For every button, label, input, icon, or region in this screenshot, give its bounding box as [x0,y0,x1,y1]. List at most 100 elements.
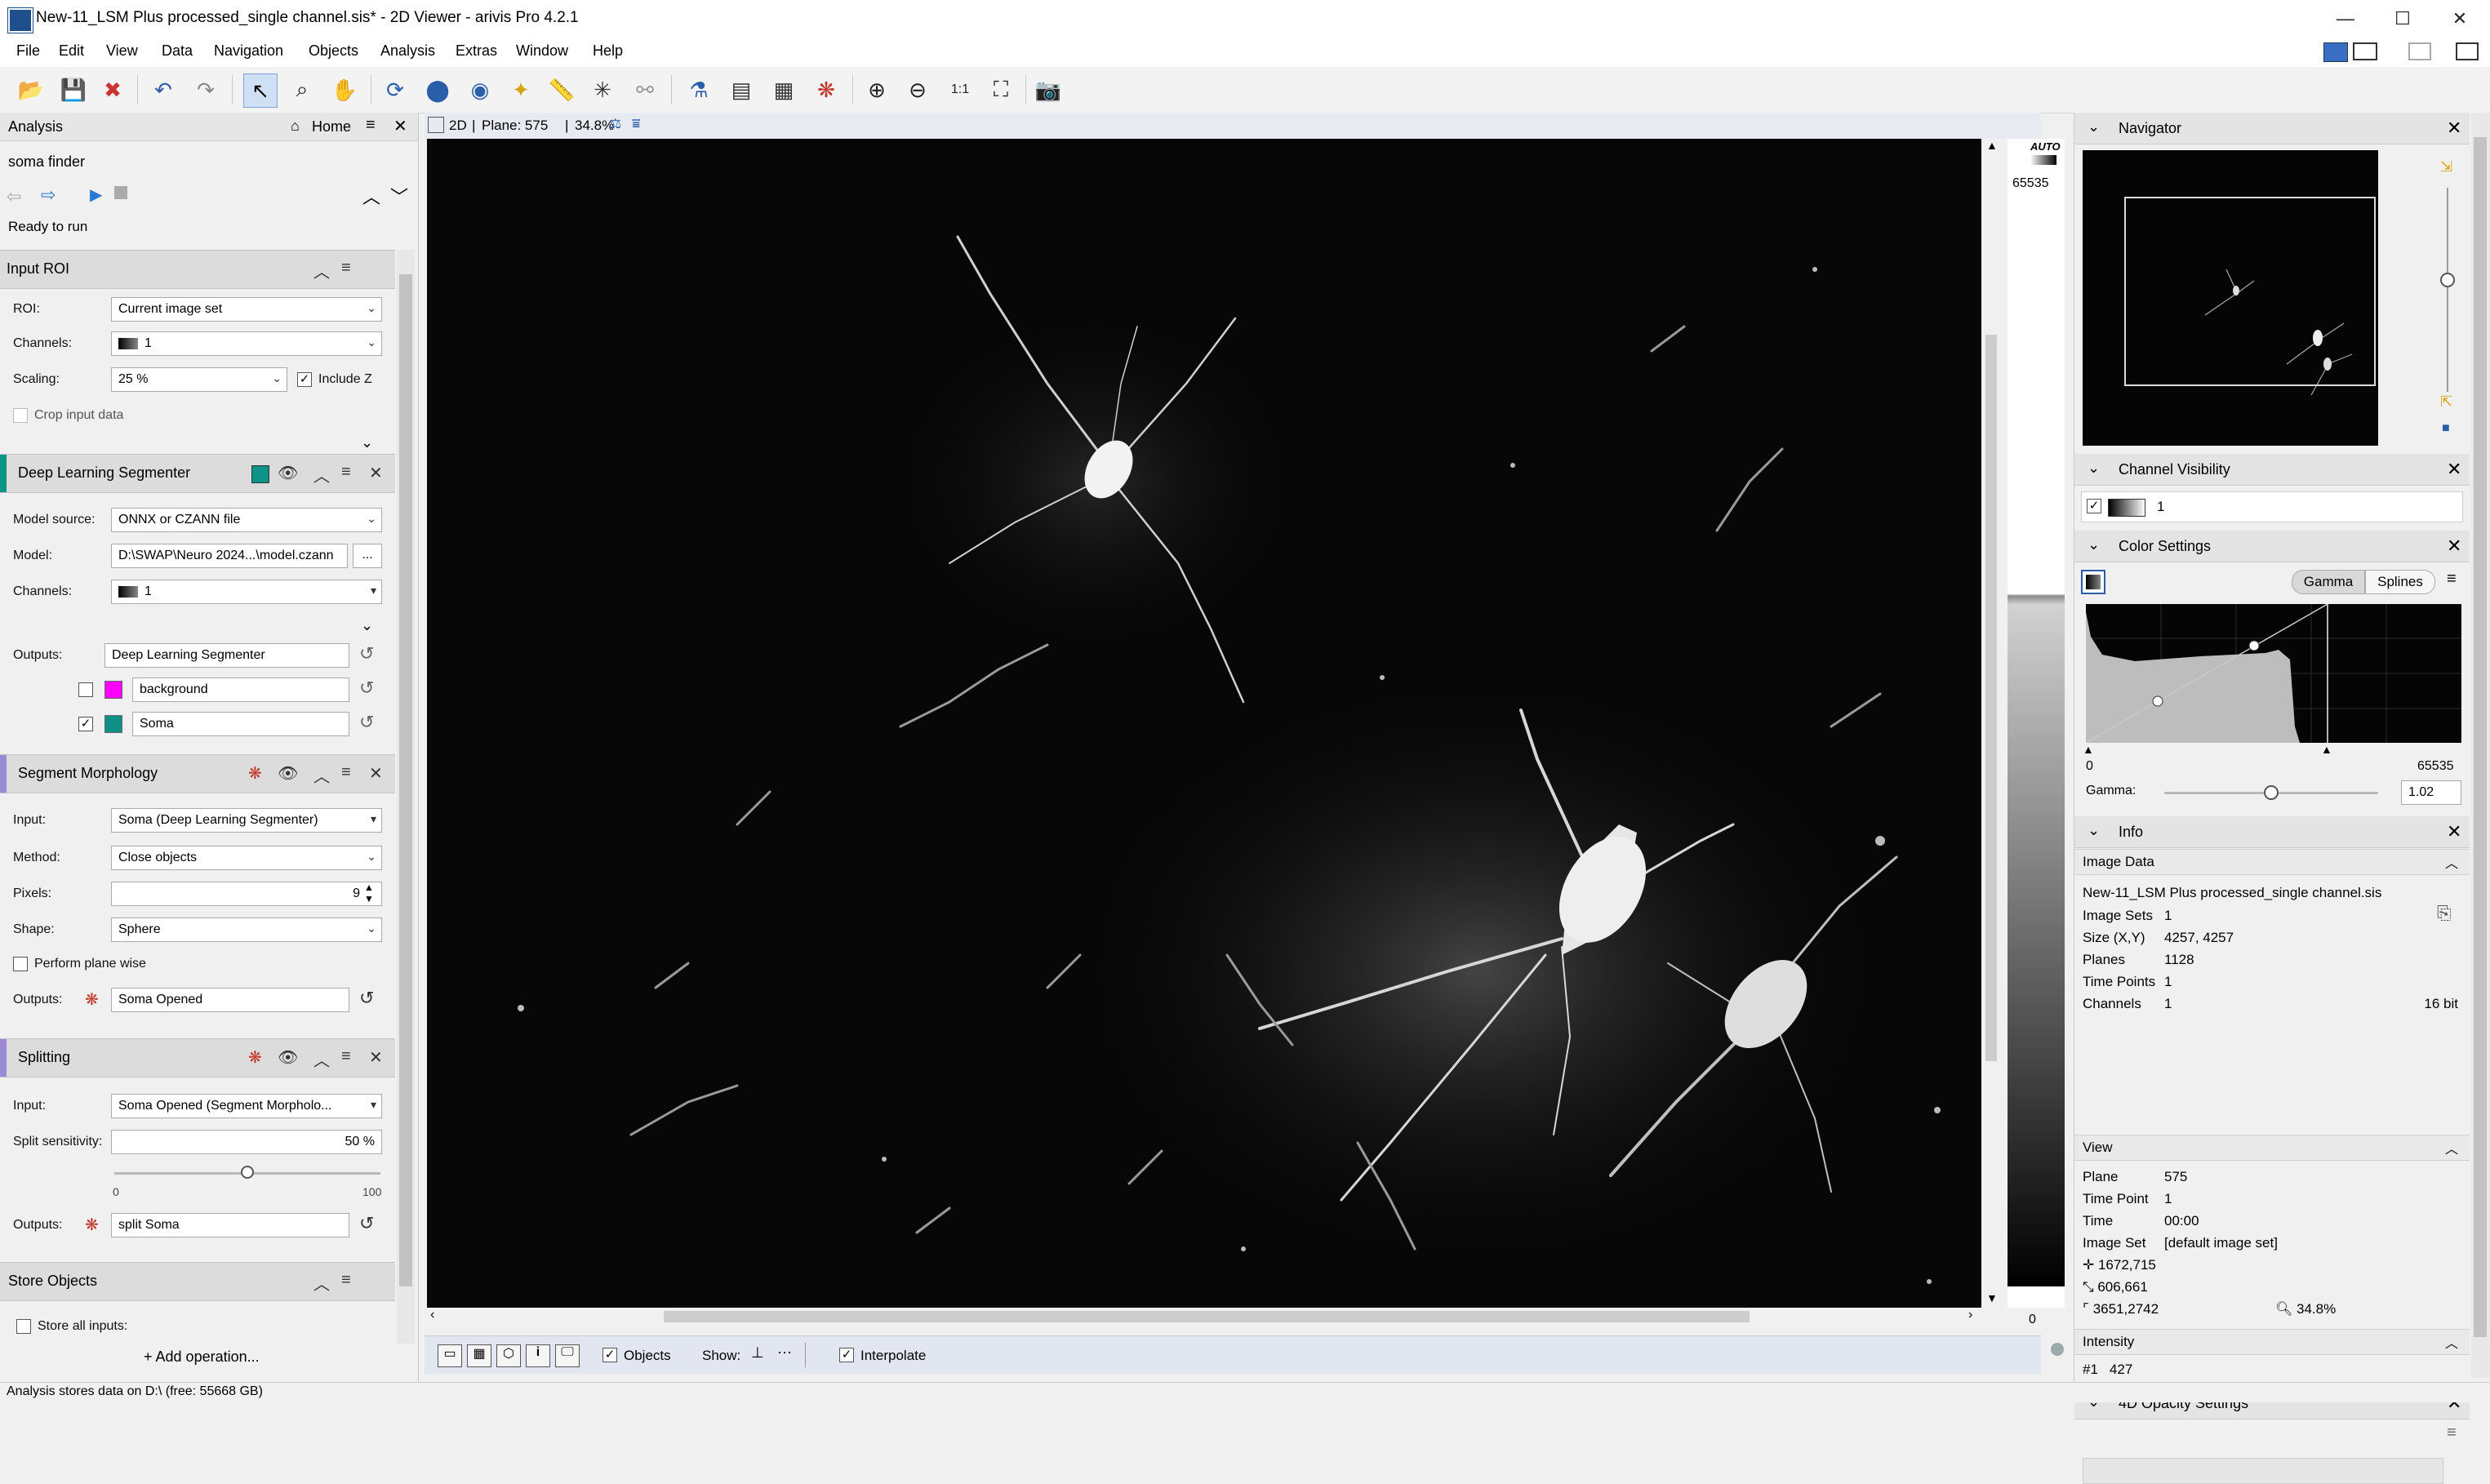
view-mode-icon[interactable] [428,117,444,133]
collapse-up-icon[interactable]: ︿ [313,463,330,487]
scroll-right-icon[interactable]: › [1968,1308,1972,1322]
pan-hand-icon[interactable]: ✋ [328,73,361,106]
zoom-in-icon[interactable]: ⊕ [860,73,893,106]
scrollbar-thumb[interactable] [1985,335,1997,1061]
image-browser-icon[interactable]: ▤ [725,73,758,106]
presentation-icon[interactable]: 🖵 [555,1344,580,1367]
operation-menu-icon[interactable]: ≡ [341,259,351,278]
splitting-output-field[interactable]: split Soma [111,1213,349,1237]
zoom-out-icon[interactable]: ⊖ [901,73,934,106]
channels-select[interactable]: 1 ⌄ [111,331,382,356]
scale-icon[interactable]: ⚖ [609,116,621,132]
menu-edit[interactable]: Edit [59,42,84,60]
analysis-flask-icon[interactable]: ⚗ [683,73,715,106]
home-button[interactable]: Home [312,118,351,136]
table-icon[interactable]: ▦ [767,73,800,106]
multicolor-icon[interactable]: ❋ [85,1215,99,1235]
split-sensitivity-slider[interactable] [114,1166,380,1179]
close-icon[interactable]: ✕ [2447,821,2461,842]
reset-icon[interactable]: ↺ [359,643,374,664]
close-icon[interactable]: ✕ [2447,535,2461,557]
ruler-display-icon[interactable]: ⋯ [777,1344,792,1362]
undo-icon[interactable]: ↶ [147,73,180,106]
opacity-menu-icon[interactable]: ≡ [2447,1424,2457,1442]
ruler-icon[interactable]: 📏 [545,73,578,106]
navigator-zoom-slider[interactable] [2447,188,2448,392]
single-view-icon[interactable]: ▭ [438,1344,462,1367]
close-icon[interactable]: ✕ [2447,118,2461,139]
zoom-fit-icon[interactable]: ⇲ [2440,158,2452,176]
canvas-horizontal-scrollbar[interactable]: ‹ › [427,1308,1981,1326]
slider-handle[interactable] [2440,273,2455,287]
collapse-up-icon[interactable]: ︿ [2445,1138,2458,1157]
filter-icon[interactable]: ⩸ [632,116,640,132]
gamma-value-field[interactable]: 1.02 [2401,780,2461,805]
canvas-vertical-scrollbar[interactable]: ▲ ▼ [1981,139,2001,1308]
color-settings-header[interactable]: ⌄ Color Settings ✕ [2074,531,2470,562]
info-header[interactable]: ⌄ Info ✕ [2074,816,2470,848]
soma-class-field[interactable]: Soma [132,712,349,736]
run-play-icon[interactable]: ▶ [90,184,102,205]
reset-icon[interactable]: ↺ [359,1213,374,1234]
pipeline-scrollbar[interactable] [397,250,415,1344]
remove-operation-icon[interactable]: ✕ [369,763,383,784]
chevron-down-icon[interactable]: ⌄ [2088,822,2100,839]
image-data-subheader[interactable]: Image Data ︿ [2074,849,2470,875]
collapse-up-icon[interactable]: ︿ [2445,852,2458,872]
fit-to-window-icon[interactable]: ⛶ [985,73,1017,106]
menu-extras[interactable]: Extras [456,42,497,60]
spinner-arrows-icon[interactable]: ▲ ▼ [364,882,374,904]
channel-lut-swatch[interactable] [2108,499,2145,517]
draw-object-icon[interactable]: ⬤ [421,73,454,106]
3d-view-icon[interactable]: ⬡ [496,1344,521,1367]
background-class-checkbox[interactable] [78,682,93,697]
layout-single-icon[interactable] [2323,42,2348,62]
magic-wand-icon[interactable]: ✦ [505,73,537,106]
chevron-down-icon[interactable]: ⌄ [2088,118,2100,136]
remove-operation-icon[interactable]: ✕ [369,1047,383,1068]
connect-icon[interactable]: ⚯ [629,73,661,106]
panel-layout-icon[interactable] [2456,42,2479,60]
shape-select[interactable]: Sphere ⌄ [111,918,382,942]
color-menu-icon[interactable]: ≡ [2447,570,2457,589]
collapse-up-icon[interactable]: ︿ [313,1271,330,1295]
channel-row[interactable]: ✓ 1 [2081,491,2463,522]
close-file-icon[interactable]: ✖ [96,73,129,106]
expand-more-icon[interactable]: ⌄ [361,617,373,634]
scale-bar-icon[interactable]: ⊥ [751,1344,764,1362]
menu-window[interactable]: Window [516,42,568,60]
morphology-input-select[interactable]: Soma (Deep Learning Segmenter) ▾ [111,808,382,833]
plane-wise-checkbox[interactable] [13,957,28,971]
scaling-select[interactable]: 25 % ⌄ [111,367,287,392]
zoom-out-icon[interactable]: ⇱ [2440,393,2452,411]
menu-analysis[interactable]: Analysis [380,42,435,60]
store-objects-header[interactable]: Store Objects ︿ ≡ [0,1262,395,1301]
objects-checkbox[interactable]: ✓ [602,1348,617,1362]
reset-icon[interactable]: ↺ [359,678,374,699]
slider-handle[interactable] [2264,785,2279,800]
expand-down-icon[interactable]: ﹀ [390,183,408,209]
zoom-1to1-icon[interactable]: 1:1 [944,73,976,106]
dl-output-name-field[interactable]: Deep Learning Segmenter [104,643,349,668]
split-sensitivity-field[interactable]: 50 % [111,1130,382,1154]
right-panel-scrollbar[interactable] [2471,113,2489,1378]
pipeline-name[interactable]: soma finder [8,153,85,171]
magic-object-icon[interactable]: ◉ [464,73,496,106]
crop-input-checkbox[interactable] [13,408,28,423]
opacity-graph[interactable] [2083,1458,2443,1484]
splines-tab[interactable]: Splines [2365,570,2435,594]
menu-help[interactable]: Help [593,42,623,60]
scroll-left-icon[interactable]: ‹ [430,1308,434,1322]
lut-gradient[interactable] [2008,204,2065,1286]
channel-visible-checkbox[interactable]: ✓ [2087,499,2101,513]
reset-icon[interactable]: ↺ [359,712,374,733]
remove-operation-icon[interactable]: ✕ [369,463,383,483]
camera-icon[interactable]: ■ [2442,421,2450,436]
visibility-eye-icon[interactable]: 👁 [278,463,298,483]
gamma-tab[interactable]: Gamma [2292,570,2365,594]
model-source-select[interactable]: ONNX or CZANN file ⌄ [111,508,382,532]
chevron-down-icon[interactable]: ⌄ [2088,536,2100,553]
deep-learning-header[interactable]: Deep Learning Segmenter 👁 ︿ ≡ ✕ [0,454,395,493]
splitting-input-select[interactable]: Soma Opened (Segment Morpholo... ▾ [111,1094,382,1118]
tracing-icon[interactable]: ✳ [586,73,619,106]
